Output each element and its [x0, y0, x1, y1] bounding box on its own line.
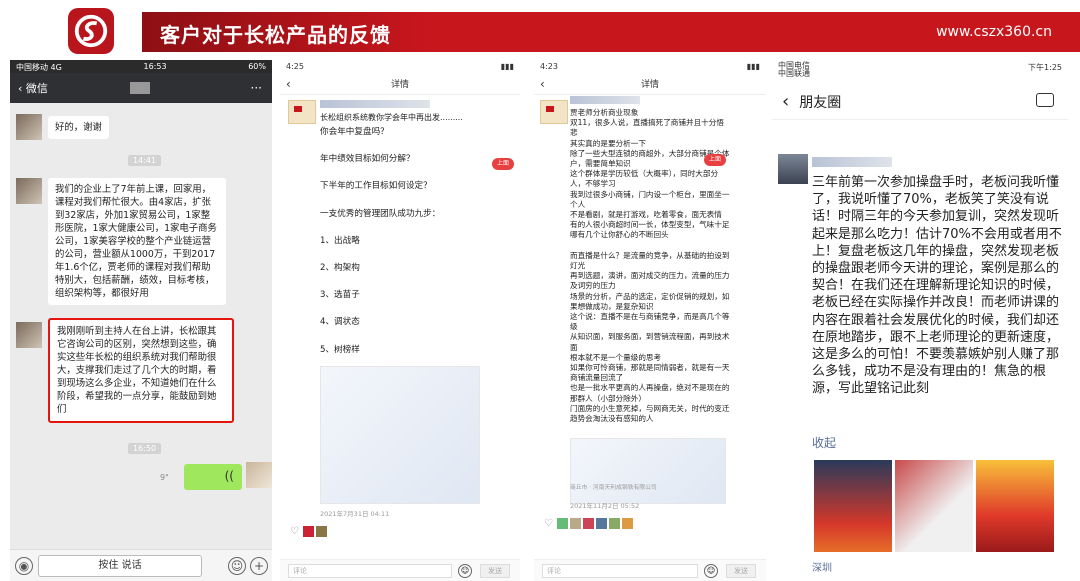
- post-text: 三年前第一次参加操盘手时，老板问我听懂了，我说听懂了70%，老板笑了笑没有说话！…: [812, 175, 1062, 397]
- post-image-collage[interactable]: [320, 366, 480, 504]
- liker-avatar[interactable]: [557, 518, 568, 529]
- carrier-label: 中国移动 4G: [16, 63, 62, 72]
- status-bar: 4:25 ▮▮▮: [280, 60, 520, 73]
- moments-header: ‹ 朋友圈: [772, 84, 1068, 120]
- voice-duration: 9": [160, 473, 169, 482]
- liker-avatar[interactable]: [609, 518, 620, 529]
- chat-navbar: ‹ 微信 ···: [10, 73, 272, 103]
- redacted-name: [570, 96, 640, 104]
- poster-avatar[interactable]: [288, 100, 316, 124]
- collapse-link[interactable]: 收起: [812, 434, 836, 451]
- poster-avatar[interactable]: [778, 154, 808, 184]
- highlighted-message-bubble: 我刚刚听到主持人在台上讲，长松跟其它咨询公司的区别，突然想到这些，确实这些年长松…: [48, 318, 234, 423]
- back-chevron-icon[interactable]: ‹: [286, 77, 291, 91]
- post-timestamp: 2021年11月2日 05:52: [570, 502, 640, 510]
- post-timestamp: 2021年7月31日 04:11: [320, 510, 390, 518]
- post-location[interactable]: 商丘市 · 河南天利成钢铁有限公司: [570, 482, 726, 491]
- back-chevron-icon[interactable]: ‹: [782, 91, 789, 112]
- wechat-chat-screenshot: 中国移动 4G 16:53 60% ‹ 微信 ··· 好的，谢谢 14:41 我…: [10, 60, 272, 581]
- banner: 客户对于长松产品的反馈 www.cszx360.cn: [0, 0, 1080, 62]
- post-detail-screenshot-1: 4:25 ▮▮▮ ‹ 详情 长松组织系统教你学会年中再出发......... 你…: [280, 60, 520, 581]
- liker-avatar[interactable]: [622, 518, 633, 529]
- signal-icon: ▮▮▮: [746, 62, 760, 71]
- send-button[interactable]: 发送: [726, 564, 756, 578]
- timestamp-pill: 14:41: [128, 155, 162, 166]
- avatar[interactable]: [16, 322, 42, 348]
- detail-header: ‹ 详情: [280, 73, 520, 95]
- banner-title: 客户对于长松产品的反馈: [160, 23, 391, 47]
- like-row: ♡: [290, 526, 327, 537]
- signal-icon: ▮▮▮: [500, 62, 514, 71]
- detail-title: 详情: [390, 80, 409, 90]
- status-time: 4:25: [286, 62, 304, 71]
- post-photo[interactable]: [976, 460, 1054, 552]
- timestamp-pill: 16:50: [128, 443, 162, 454]
- chat-input-bar: ◉ 按住 说话 ☺ +: [10, 549, 272, 581]
- comment-input[interactable]: 评论: [288, 564, 452, 578]
- voice-icon[interactable]: ◉: [15, 557, 33, 575]
- post-photo[interactable]: [814, 460, 892, 552]
- status-bar: 4:23 ▮▮▮: [534, 60, 766, 73]
- top-tag[interactable]: 上面: [492, 158, 514, 170]
- banner-url: www.cszx360.cn: [936, 24, 1052, 40]
- comment-bar: 评论 ☺ 发送: [280, 559, 520, 581]
- back-label[interactable]: 微信: [26, 80, 48, 96]
- post-intro: 长松组织系统教你学会年中再出发.........: [320, 113, 463, 122]
- liker-avatar[interactable]: [596, 518, 607, 529]
- post-photo-grid[interactable]: [570, 438, 726, 504]
- status-bar: 中国电信 中国联通 下午1:25: [772, 60, 1068, 80]
- carrier-label: 中国电信 中国联通: [778, 61, 810, 78]
- emoji-icon[interactable]: ☺: [458, 564, 472, 578]
- post-photo[interactable]: [895, 460, 973, 552]
- chat-title-redacted: [130, 82, 150, 94]
- status-time: 16:53: [143, 62, 167, 71]
- emoji-icon[interactable]: ☺: [704, 564, 718, 578]
- battery-label: 60%: [248, 62, 266, 71]
- post-location[interactable]: 深圳: [812, 559, 832, 574]
- comment-input[interactable]: 评论: [542, 564, 698, 578]
- changsong-logo: [68, 8, 114, 54]
- message-bubble: 我们的企业上了7年前上课，回家用，课程对我们帮忙很大。由4家店，扩张到32家店，…: [48, 178, 226, 305]
- voice-wave-icon: ((: [224, 469, 234, 483]
- avatar[interactable]: [16, 114, 42, 140]
- back-chevron-icon[interactable]: ‹: [18, 82, 26, 95]
- liker-avatar[interactable]: [303, 526, 314, 537]
- status-time: 下午1:25: [1028, 63, 1062, 72]
- camera-icon[interactable]: [1036, 93, 1054, 107]
- liker-avatar[interactable]: [316, 526, 327, 537]
- more-icon[interactable]: ···: [251, 81, 262, 95]
- detail-header: ‹ 详情: [534, 73, 766, 95]
- post-detail-screenshot-2: 4:23 ▮▮▮ ‹ 详情 贾老师分析商业现象 双11，很多人说，直播搞死了商铺…: [534, 60, 766, 581]
- detail-title: 详情: [640, 80, 659, 90]
- redacted-name: [320, 100, 430, 108]
- message-bubble: 好的，谢谢: [48, 116, 109, 139]
- top-tag[interactable]: 上面: [704, 154, 726, 166]
- status-time: 4:23: [540, 62, 558, 71]
- comment-bar: 评论 ☺ 发送: [534, 559, 766, 581]
- emoji-icon[interactable]: ☺: [228, 557, 246, 575]
- liker-avatar[interactable]: [583, 518, 594, 529]
- avatar[interactable]: [16, 178, 42, 204]
- liker-avatar[interactable]: [570, 518, 581, 529]
- self-avatar[interactable]: [246, 462, 272, 488]
- moments-title: 朋友圈: [799, 94, 842, 111]
- like-row: ♡: [544, 518, 633, 529]
- poster-avatar[interactable]: [540, 100, 568, 124]
- back-chevron-icon[interactable]: ‹: [540, 77, 545, 91]
- hold-to-talk-button[interactable]: 按住 说话: [38, 555, 202, 577]
- voice-message-bubble[interactable]: ((: [184, 464, 242, 490]
- redacted-name: [812, 157, 892, 167]
- plus-icon[interactable]: +: [250, 557, 268, 575]
- post-image-grid: [814, 460, 1054, 552]
- status-bar: 中国移动 4G 16:53 60%: [10, 60, 272, 73]
- moments-screenshot: 中国电信 中国联通 下午1:25 ‹ 朋友圈 三年前第一次参加操盘手时，老板问我…: [772, 60, 1068, 581]
- heart-icon[interactable]: ♡: [544, 518, 555, 529]
- heart-icon[interactable]: ♡: [290, 526, 301, 537]
- send-button[interactable]: 发送: [480, 564, 510, 578]
- logo-mark-icon: [74, 14, 108, 48]
